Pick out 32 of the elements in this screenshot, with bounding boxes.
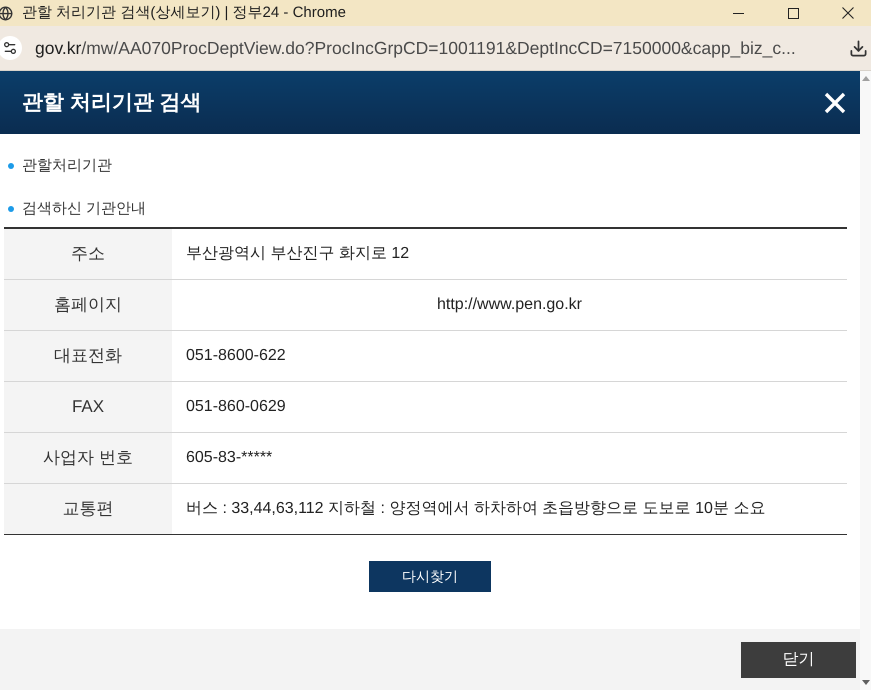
close-icon (824, 92, 846, 114)
download-icon[interactable] (849, 38, 868, 58)
window-title: 관할 처리기관 검색(상세보기) | 정부24 - Chrome (22, 2, 346, 23)
info-value-cell: 051-860-0629 (172, 381, 847, 432)
info-label-cell: FAX (4, 381, 172, 432)
scrollbar[interactable] (860, 71, 871, 690)
info-value-cell: 버스 : 33,44,63,112 지하철 : 양정역에서 하차하여 초읍방향으로 도보로 10분 소요 (172, 483, 847, 534)
globe-icon (0, 6, 13, 20)
scroll-down-arrow-icon[interactable] (862, 680, 870, 685)
info-label-cell: 교통편 (4, 483, 172, 534)
search-again-button[interactable]: 다시찾기 (369, 560, 491, 592)
info-value-cell: 605-83-***** (172, 432, 847, 483)
info-label-cell: 사업자 번호 (4, 432, 172, 483)
homepage-link-cell: http://www.pen.go.kr (172, 279, 847, 330)
site-settings-icon[interactable] (0, 36, 22, 60)
maximize-icon (788, 8, 798, 18)
close-dialog-button[interactable] (824, 92, 846, 114)
info-value-cell: 부산광역시 부산진구 화지로 12 (172, 228, 847, 279)
info-label-cell: 대표전화 (4, 330, 172, 381)
section-heading: 검색하신 기관안내 (22, 198, 146, 219)
minimize-icon (732, 12, 744, 14)
info-label-cell: 주소 (4, 228, 172, 279)
section-heading: 관할처리기관 (22, 156, 112, 176)
url-text[interactable]: gov.kr/mw/AA070ProcDeptView.do?ProcIncGrpCD=1001191&DeptIncCD=7150000&capp_biz_c... (35, 34, 796, 62)
info-value-cell: 051-8600-622 (172, 330, 847, 381)
close-button[interactable]: 닫기 (741, 642, 856, 678)
address-bar[interactable]: gov.kr/mw/AA070ProcDeptView.do?ProcIncGrpCD=1001191&DeptIncCD=7150000&capp_biz_c... (0, 26, 871, 71)
info-label-cell: 홈페이지 (4, 279, 172, 330)
dialog-title: 관할 처리기관 검색 (22, 90, 202, 116)
bullet-icon (8, 163, 14, 169)
close-icon (842, 7, 854, 19)
bullet-icon (8, 206, 14, 212)
